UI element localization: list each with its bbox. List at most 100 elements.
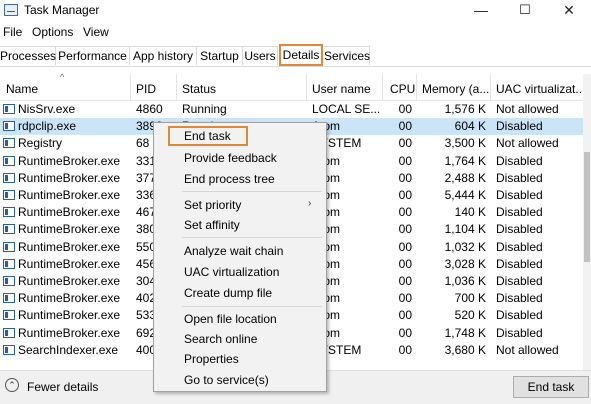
menu-item-create-dump-file[interactable]: Create dump file [184, 286, 272, 300]
cell-uac: Disabled [496, 308, 543, 323]
context-menu: End task Provide feedback End process tr… [153, 122, 327, 392]
cell-cpu: 00 [398, 205, 412, 220]
title-bar: Task Manager — ☐ ✕ [0, 0, 591, 22]
process-icon [3, 224, 15, 235]
process-icon [3, 258, 15, 269]
cell-cpu: 00 [398, 325, 412, 340]
menu-item-search-online[interactable]: Search online [184, 332, 257, 346]
cell-pid: 4860 [136, 102, 163, 116]
tab-details[interactable]: Details [279, 44, 323, 66]
process-icon [3, 190, 15, 200]
cell-name: RuntimeBroker.exe [18, 188, 121, 202]
cell-cpu: 00 [398, 239, 412, 254]
cell-name: rdpclip.exe [18, 119, 77, 134]
cell-name: RuntimeBroker.exe [18, 274, 121, 288]
cell-memory: 3,680 K [444, 342, 486, 357]
cell-uac: Disabled [496, 325, 543, 340]
tab-performance[interactable]: Performance [56, 46, 130, 65]
cell-uac: Disabled [496, 153, 543, 168]
cell-name: SearchIndexer.exe [18, 342, 119, 357]
tab-users[interactable]: Users [243, 46, 278, 65]
vertical-scrollbar[interactable] [583, 74, 591, 370]
process-icon [3, 293, 15, 304]
process-icon [3, 241, 15, 252]
table-row[interactable]: NisSrv.exe 4860 Running LOCAL SE... 00 1,576 … [0, 101, 583, 118]
column-user-name[interactable]: User name [312, 82, 371, 96]
cell-name: RuntimeBroker.exe [18, 308, 121, 323]
cell-uac: Disabled [496, 205, 543, 220]
cell-uac: Not allowed [496, 136, 559, 151]
cell-uac: Disabled [496, 188, 543, 202]
column-pid[interactable]: PID [136, 82, 156, 96]
menu-item-analyze-wait-chain[interactable]: Analyze wait chain [184, 244, 283, 258]
menu-view[interactable]: View [83, 25, 109, 39]
chevron-up-icon[interactable]: ⌃ [5, 378, 19, 392]
minimize-button[interactable]: — [459, 0, 503, 22]
cell-cpu: 00 [398, 170, 412, 185]
cell-name: RuntimeBroker.exe [18, 239, 121, 254]
cell-cpu: 00 [398, 342, 412, 357]
tab-services[interactable]: Services [324, 46, 370, 65]
cell-memory: 3,028 K [444, 256, 486, 271]
menu-item-uac-virtualization[interactable]: UAC virtualization [184, 265, 279, 279]
cell-uac: Not allowed [496, 102, 559, 116]
cell-cpu: 00 [398, 291, 412, 306]
cell-memory: 604 K [454, 119, 486, 134]
cell-cpu: 00 [398, 308, 412, 323]
cell-name: RuntimeBroker.exe [18, 153, 121, 168]
tab-app-history[interactable]: App history [130, 46, 197, 65]
cell-cpu: 00 [398, 119, 412, 134]
maximize-button[interactable]: ☐ [503, 0, 547, 22]
cell-memory: 1,104 K [444, 222, 486, 237]
column-cpu[interactable]: CPU [390, 82, 415, 96]
cell-name: RuntimeBroker.exe [18, 291, 121, 306]
process-icon [3, 276, 15, 286]
fewer-details-link[interactable]: Fewer details [27, 380, 98, 394]
cell-uac: Disabled [496, 274, 543, 288]
menu-item-open-file-location[interactable]: Open file location [184, 312, 277, 326]
cell-uac: Disabled [496, 119, 543, 134]
process-icon [3, 104, 15, 114]
table-header: ^ Name PID Status User name CPU Memory (… [0, 72, 585, 101]
cell-memory: 1,576 K [444, 102, 486, 116]
menu-item-end-process-tree[interactable]: End process tree [184, 172, 275, 186]
menu-item-set-affinity[interactable]: Set affinity [184, 218, 240, 232]
cell-cpu: 00 [398, 256, 412, 271]
menu-options[interactable]: Options [32, 25, 73, 39]
window-title: Task Manager [24, 3, 100, 17]
menu-item-properties[interactable]: Properties [184, 352, 239, 366]
cell-cpu: 00 [398, 222, 412, 237]
cell-memory: 5,444 K [444, 188, 486, 202]
column-uac-virtualization[interactable]: UAC virtualizat... [496, 82, 585, 96]
menu-bar: File Options View [0, 24, 591, 42]
process-icon [3, 207, 15, 218]
cell-memory: 3,500 K [444, 136, 486, 151]
column-name[interactable]: Name [6, 82, 38, 96]
process-icon [3, 121, 15, 132]
cell-memory: 520 K [454, 308, 486, 323]
process-icon [3, 155, 15, 166]
cell-uac: Disabled [496, 291, 543, 306]
menu-item-provide-feedback[interactable]: Provide feedback [184, 151, 277, 165]
column-status[interactable]: Status [182, 82, 216, 96]
cell-cpu: 00 [398, 102, 412, 116]
cell-cpu: 00 [398, 153, 412, 168]
sort-up-icon: ^ [60, 72, 65, 82]
menu-item-go-to-services[interactable]: Go to service(s) [184, 373, 269, 387]
task-manager-icon [4, 4, 18, 16]
cell-name: RuntimeBroker.exe [18, 205, 121, 220]
menu-item-end-task[interactable]: End task [184, 129, 231, 143]
tab-processes[interactable]: Processes [0, 46, 56, 65]
cell-memory: 700 K [454, 291, 486, 306]
cell-uac: Not allowed [496, 342, 559, 357]
scrollbar-thumb[interactable] [584, 152, 590, 262]
column-memory[interactable]: Memory (a... [422, 82, 489, 96]
cell-name: RuntimeBroker.exe [18, 325, 121, 340]
close-button[interactable]: ✕ [547, 0, 591, 22]
cell-memory: 1,032 K [444, 239, 486, 254]
process-icon [3, 172, 15, 183]
menu-file[interactable]: File [3, 25, 22, 39]
tab-startup[interactable]: Startup [197, 46, 243, 65]
end-task-button[interactable]: End task [513, 376, 589, 398]
menu-item-set-priority[interactable]: Set priority [184, 198, 241, 212]
